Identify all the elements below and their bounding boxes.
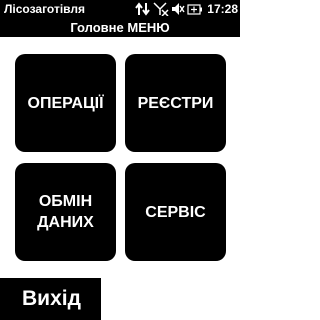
- speaker-muted-icon[interactable]: [171, 2, 185, 16]
- data-exchange-button[interactable]: ОБМІН ДАНИХ: [15, 163, 116, 261]
- battery-icon[interactable]: [187, 2, 203, 16]
- data-transfer-icon: [135, 2, 151, 16]
- service-button-label: СЕРВІС: [145, 203, 206, 221]
- registers-button-label: РЕЄСТРИ: [137, 94, 214, 112]
- status-icons: 17:28: [133, 0, 240, 18]
- service-button[interactable]: СЕРВІС: [125, 163, 226, 261]
- app-title: Лісозаготівля: [4, 2, 86, 16]
- status-bar: Лісозаготівля 17:28: [0, 0, 240, 18]
- operations-button-label: ОПЕРАЦІЇ: [27, 94, 104, 112]
- clock[interactable]: 17:28: [207, 2, 240, 16]
- main-menu-title: Головне МЕНЮ: [0, 18, 240, 38]
- no-signal-icon: [153, 2, 169, 16]
- exit-button[interactable]: Вихід: [0, 278, 101, 320]
- data-exchange-button-label: ОБМІН ДАНИХ: [37, 193, 94, 231]
- registers-button[interactable]: РЕЄСТРИ: [125, 54, 226, 152]
- operations-button[interactable]: ОПЕРАЦІЇ: [15, 54, 116, 152]
- exit-button-label: Вихід: [22, 287, 81, 310]
